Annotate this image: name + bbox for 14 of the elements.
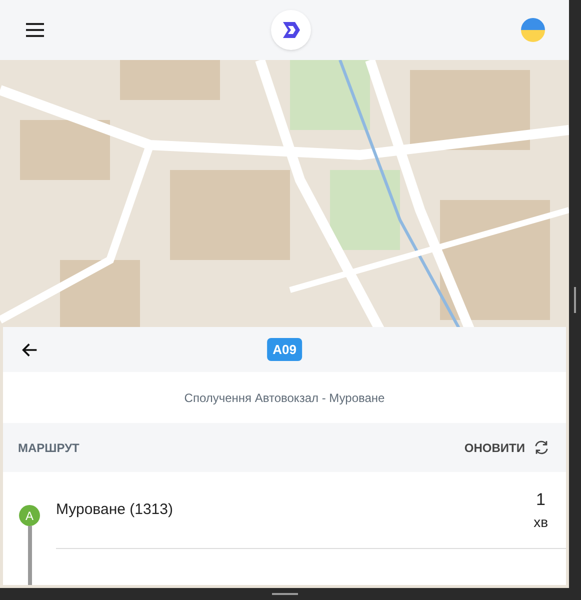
menu-icon[interactable] <box>26 22 46 38</box>
stop-name[interactable]: Муроване (1313) <box>56 498 173 522</box>
resize-handle[interactable] <box>574 287 576 313</box>
section-title: МАРШРУТ <box>18 440 80 456</box>
arrival-time: 1 <box>536 488 546 511</box>
time-unit: хв <box>534 513 548 532</box>
route-subtitle: Сполучення Автовокзал - Муроване <box>183 390 386 406</box>
flag-icon[interactable] <box>521 18 545 42</box>
route-number-badge: A09 <box>266 338 302 362</box>
refresh-icon <box>533 439 550 456</box>
logo-icon[interactable] <box>270 10 310 50</box>
refresh-button[interactable]: ОНОВИТИ <box>464 438 550 456</box>
stop-marker: A <box>19 505 40 526</box>
resize-handle[interactable] <box>272 593 298 595</box>
